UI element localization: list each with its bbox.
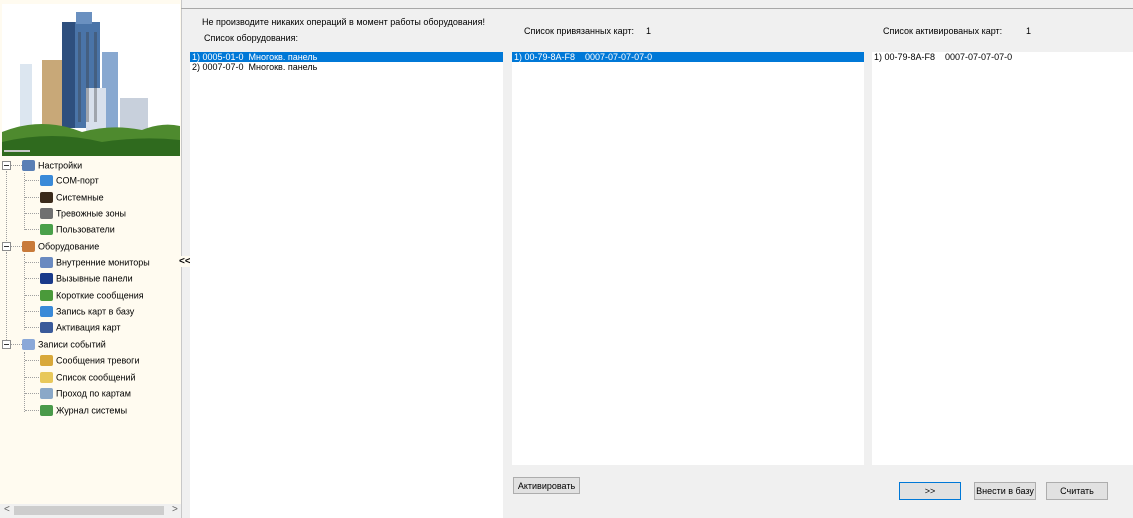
tree-line — [10, 246, 22, 247]
tree-item-label: Записи событий — [38, 339, 106, 350]
tree-line — [25, 360, 39, 361]
list-item[interactable]: 1) 00-79-8A-F8 0007-07-07-07-0 — [512, 52, 864, 62]
tree-item-call-panels[interactable]: Вызывные панели — [40, 270, 133, 286]
envelope-icon — [40, 372, 53, 384]
collapse-panel-button[interactable]: << — [179, 256, 191, 267]
tree-item-activate-cards[interactable]: Активация карт — [40, 319, 121, 335]
tree-line — [25, 327, 39, 328]
transfer-button[interactable]: >> — [899, 482, 961, 500]
activate-button[interactable]: Активировать — [513, 477, 580, 494]
tree-collapse-icon[interactable] — [2, 161, 11, 170]
tree-item-label: Вызывные панели — [56, 273, 133, 284]
tree-line — [6, 252, 7, 342]
tree-item-label: Активация карт — [56, 322, 121, 333]
tree-item-label: Короткие сообщения — [56, 290, 144, 301]
tree-item-system[interactable]: Системные — [40, 189, 104, 205]
equipment-list[interactable]: 1) 0005-01-0 Многокв. панель 2) 0007-07-… — [190, 52, 503, 518]
event-log-icon — [22, 339, 35, 351]
tree-line — [6, 171, 7, 245]
read-button[interactable]: Считать — [1046, 482, 1108, 500]
system-icon — [40, 192, 53, 204]
scroll-left-arrow-icon[interactable]: < — [4, 504, 10, 515]
tree-line — [25, 295, 39, 296]
bound-cards-count: 1 — [646, 26, 652, 36]
card-pass-icon — [40, 388, 53, 400]
tree-line — [25, 180, 39, 181]
tree-node-settings[interactable]: Настройки — [22, 157, 82, 173]
tree-line — [25, 229, 39, 230]
tree-item-label: Журнал системы — [56, 405, 128, 416]
tree-item-alarm-messages[interactable]: Сообщения тревоги — [40, 352, 139, 368]
tree-item-system-journal[interactable]: Журнал системы — [40, 402, 127, 418]
call-panel-icon — [40, 273, 53, 285]
com-port-icon — [40, 175, 53, 187]
tree-item-label: COM-порт — [56, 175, 99, 186]
tree-item-com-port[interactable]: COM-порт — [40, 172, 99, 188]
tree-line — [25, 197, 39, 198]
activated-cards-count: 1 — [1026, 26, 1032, 36]
tree-item-label: Оборудование — [38, 241, 100, 252]
tree-line — [25, 311, 39, 312]
tree-line — [24, 352, 25, 412]
equipment-list-label: Список оборудования: — [204, 33, 299, 43]
tree-item-label: Список сообщений — [56, 372, 136, 383]
tree-item-card-passage[interactable]: Проход по картам — [40, 385, 131, 401]
tree-item-label: Тревожные зоны — [56, 208, 127, 219]
tree-line — [25, 393, 39, 394]
settings-icon — [22, 160, 35, 172]
write-cards-icon — [40, 306, 53, 318]
tree-item-label: Системные — [56, 192, 104, 203]
list-item[interactable]: 1) 0005-01-0 Многокв. панель — [190, 52, 503, 62]
alarm-zones-icon — [40, 208, 53, 220]
tree-item-write-cards[interactable]: Запись карт в базу — [40, 303, 134, 319]
users-icon — [40, 224, 53, 236]
tree-line — [10, 165, 22, 166]
list-item[interactable]: 2) 0007-07-0 Многокв. панель — [190, 62, 503, 72]
monitor-icon — [40, 257, 53, 269]
tree-line — [25, 377, 39, 378]
tree-line — [24, 254, 25, 330]
tree-item-internal-monitors[interactable]: Внутренние мониторы — [40, 254, 150, 270]
sms-icon — [40, 290, 53, 302]
city-banner-image — [2, 4, 180, 156]
tree-line — [24, 173, 25, 230]
tree-item-short-messages[interactable]: Короткие сообщения — [40, 287, 144, 303]
equipment-icon — [22, 241, 35, 253]
scrollbar-thumb[interactable] — [14, 506, 164, 515]
top-separator — [181, 8, 1133, 9]
tree-line — [25, 278, 39, 279]
tree-collapse-icon[interactable] — [2, 340, 11, 349]
activated-cards-list[interactable]: 1) 00-79-8A-F8 0007-07-07-07-0 — [872, 52, 1133, 465]
operation-warning: Не производите никаких операций в момент… — [202, 17, 485, 27]
tree-node-equipment[interactable]: Оборудование — [22, 238, 99, 254]
scroll-right-arrow-icon[interactable]: > — [172, 504, 178, 515]
bound-cards-label: Список привязанных карт: — [524, 26, 635, 36]
navigation-panel: Настройки COM-порт Системные Тревожные зоны… — [0, 0, 191, 518]
tree-item-label: Запись карт в базу — [56, 306, 135, 317]
bound-cards-list[interactable]: 1) 00-79-8A-F8 0007-07-07-07-0 — [512, 52, 864, 465]
activated-cards-label: Список активированых карт: — [883, 26, 1003, 36]
alarm-messages-icon — [40, 355, 53, 367]
tree-item-label: Сообщения тревоги — [56, 355, 140, 366]
tree-line — [10, 344, 22, 345]
list-item[interactable]: 1) 00-79-8A-F8 0007-07-07-07-0 — [872, 52, 1133, 62]
tree-item-label: Проход по картам — [56, 388, 131, 399]
tree-item-label: Внутренние мониторы — [56, 257, 150, 268]
system-journal-icon — [40, 405, 53, 417]
tree-collapse-icon[interactable] — [2, 242, 11, 251]
tree-item-label: Пользователи — [56, 224, 115, 235]
tree-line — [25, 410, 39, 411]
tree-item-alarm-zones[interactable]: Тревожные зоны — [40, 205, 126, 221]
write-to-database-button[interactable]: Внести в базу — [974, 482, 1036, 500]
tree-item-users[interactable]: Пользователи — [40, 221, 115, 237]
tree-line — [25, 262, 39, 263]
tree-item-message-list[interactable]: Список сообщений — [40, 369, 136, 385]
tree-node-event-records[interactable]: Записи событий — [22, 336, 106, 352]
tree-item-label: Настройки — [38, 160, 83, 171]
tree-line — [25, 213, 39, 214]
activate-cards-icon — [40, 322, 53, 334]
